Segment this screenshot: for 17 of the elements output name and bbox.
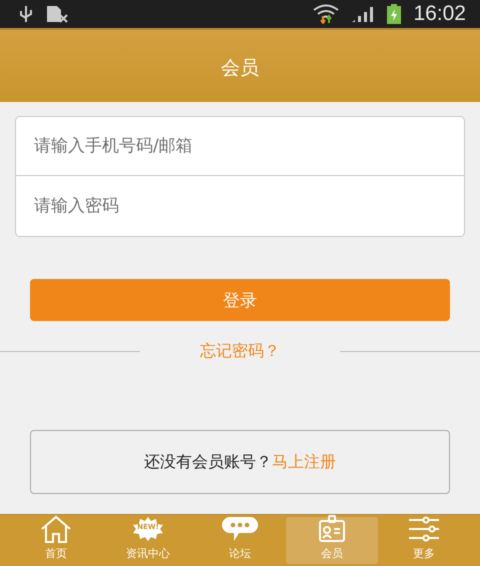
register-prompt: 还没有会员账号？ — [144, 452, 272, 472]
page-title: 会员 — [221, 56, 259, 81]
input-field[interactable]: 请输入密码 — [15, 176, 465, 237]
nav-tab[interactable]: 会员 — [286, 517, 378, 564]
input-field[interactable]: 请输入手机号码/邮箱 — [15, 116, 465, 176]
clock-time: 16:02 — [413, 2, 466, 26]
forgot-password-link[interactable]: 忘记密码？ — [140, 341, 340, 362]
register-link[interactable]: 马上注册 — [272, 452, 336, 472]
nav-tab[interactable]: 论坛 — [194, 517, 286, 564]
nav-tab[interactable]: 首页 — [10, 517, 102, 564]
login-button[interactable]: 登录 — [30, 279, 450, 321]
sim-card-icon — [46, 5, 68, 23]
usb-icon — [18, 5, 34, 23]
signal-icon — [351, 5, 376, 23]
nav-tab[interactable]: 更多 — [378, 517, 470, 564]
battery-icon — [387, 4, 402, 24]
wifi-icon — [313, 4, 340, 24]
